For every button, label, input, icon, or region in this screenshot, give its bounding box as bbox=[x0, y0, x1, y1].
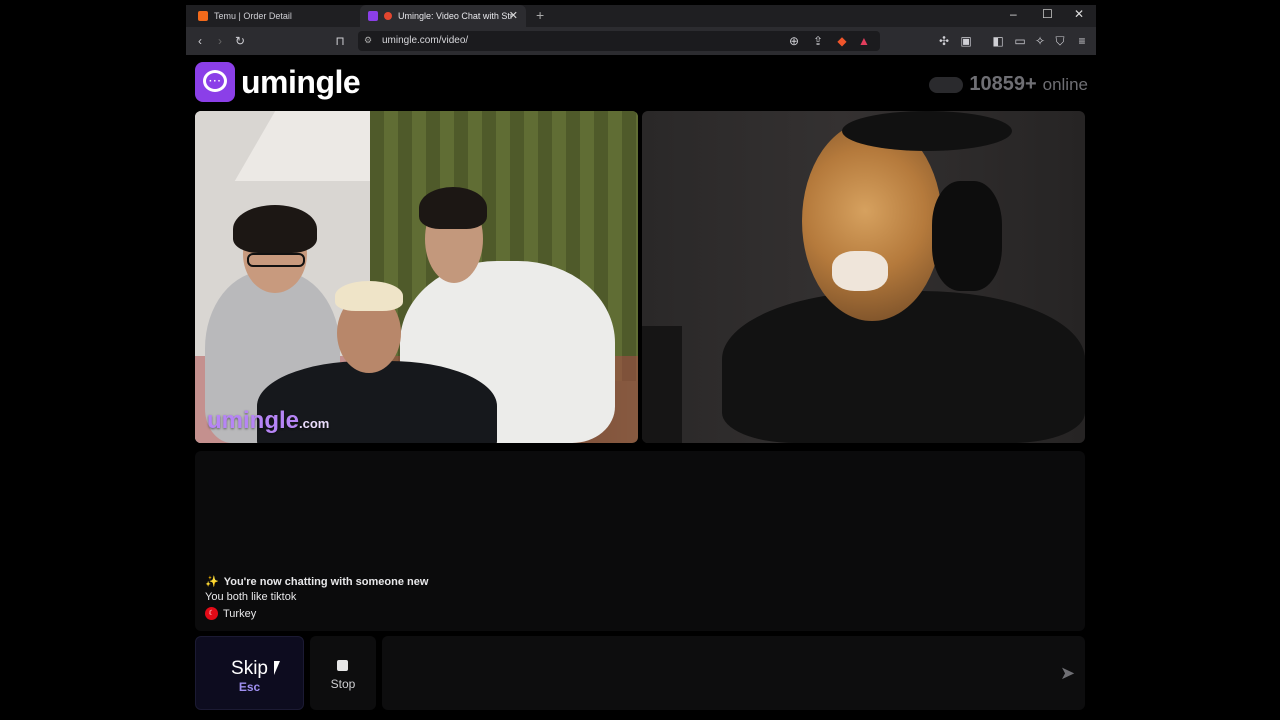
sidebar-icon[interactable]: ◧ bbox=[990, 33, 1006, 49]
tab-title: Umingle: Video Chat with Str bbox=[398, 11, 513, 21]
common-interest-message: You both like tiktok bbox=[205, 591, 297, 603]
url-text[interactable]: umingle.com/video/ bbox=[382, 35, 468, 46]
turkey-flag-icon: ☾ bbox=[205, 607, 218, 620]
country-message: ☾ Turkey bbox=[205, 607, 256, 620]
tab-umingle[interactable]: Umingle: Video Chat with Str ✕ bbox=[360, 5, 526, 27]
tab-temu-order[interactable]: Temu | Order Detail bbox=[186, 5, 358, 27]
logo-text: umingle bbox=[241, 63, 361, 100]
screenshot-icon[interactable]: ▣ bbox=[958, 33, 974, 49]
skip-button[interactable]: Skip Esc bbox=[195, 636, 304, 710]
close-tab-icon[interactable]: ✕ bbox=[509, 9, 518, 22]
stop-icon bbox=[337, 660, 348, 671]
person-silhouette bbox=[722, 291, 1085, 443]
send-icon[interactable]: ➤ bbox=[1060, 663, 1075, 684]
skip-label: Skip bbox=[231, 658, 268, 679]
skip-shortcut: Esc bbox=[238, 680, 261, 694]
online-label: online bbox=[1042, 74, 1088, 94]
tab-bar: Temu | Order Detail Umingle: Video Chat … bbox=[186, 5, 1096, 27]
menu-icon[interactable]: ≡ bbox=[1074, 33, 1090, 49]
umingle-favicon-icon bbox=[368, 11, 378, 21]
chat-panel: ✨ You're now chatting with someone new Y… bbox=[195, 451, 1085, 631]
stop-label: Stop bbox=[330, 677, 356, 691]
bookmark-icon[interactable]: ⊓ bbox=[332, 33, 348, 49]
forward-icon[interactable]: › bbox=[212, 33, 228, 49]
umingle-logo[interactable]: ··· umingle bbox=[195, 62, 361, 102]
reload-icon[interactable]: ↻ bbox=[232, 33, 248, 49]
zoom-icon[interactable]: ⊕ bbox=[786, 33, 802, 49]
brave-shields-icon[interactable]: ◆ bbox=[834, 33, 850, 49]
extensions-icon[interactable]: ✣ bbox=[936, 33, 952, 49]
browser-toolbar: ‹ › ↻ ⊓ ⚙ umingle.com/video/ ⊕ ⇪ ◆ ▲ ✣ ▣… bbox=[186, 27, 1096, 55]
wallet-icon[interactable]: ▭ bbox=[1012, 33, 1028, 49]
back-icon[interactable]: ‹ bbox=[192, 33, 208, 49]
stranger-video: umingle.com bbox=[195, 111, 638, 443]
mouse-cursor-icon bbox=[274, 661, 286, 675]
headphones bbox=[932, 181, 1002, 291]
self-video bbox=[642, 111, 1085, 443]
browser-window: Temu | Order Detail Umingle: Video Chat … bbox=[186, 5, 1096, 720]
site-info-icon[interactable]: ⚙ bbox=[364, 35, 372, 46]
close-window-button[interactable]: ✕ bbox=[1074, 7, 1084, 21]
status-toggle[interactable] bbox=[929, 76, 964, 93]
stop-button[interactable]: Stop bbox=[310, 636, 376, 710]
chat-system-message: ✨ You're now chatting with someone new bbox=[205, 575, 429, 589]
umingle-page: ··· umingle 10859+ online umingle.com ✨ … bbox=[186, 55, 1096, 720]
recording-icon bbox=[384, 12, 392, 20]
maximize-button[interactable]: ☐ bbox=[1042, 7, 1053, 21]
address-bar[interactable]: ⚙ umingle.com/video/ ⊕ ⇪ ◆ ▲ bbox=[358, 31, 880, 51]
leo-ai-icon[interactable]: ✧ bbox=[1032, 33, 1048, 49]
chat-bubble-icon: ··· bbox=[195, 62, 235, 102]
temu-favicon-icon bbox=[198, 11, 208, 21]
online-indicator: 10859+ online bbox=[929, 73, 1088, 96]
share-icon[interactable]: ⇪ bbox=[810, 33, 826, 49]
vpn-icon[interactable]: ⛉ bbox=[1052, 33, 1068, 49]
tab-title: Temu | Order Detail bbox=[214, 11, 292, 21]
message-input[interactable] bbox=[382, 636, 1085, 710]
new-tab-button[interactable]: + bbox=[536, 7, 544, 23]
tiger-filter-face bbox=[802, 121, 942, 321]
minimize-button[interactable]: – bbox=[1010, 7, 1017, 21]
brave-rewards-icon[interactable]: ▲ bbox=[856, 33, 872, 49]
online-count: 10859+ bbox=[969, 73, 1037, 95]
umingle-watermark: umingle.com bbox=[207, 407, 330, 434]
sparkle-icon: ✨ bbox=[205, 576, 219, 588]
